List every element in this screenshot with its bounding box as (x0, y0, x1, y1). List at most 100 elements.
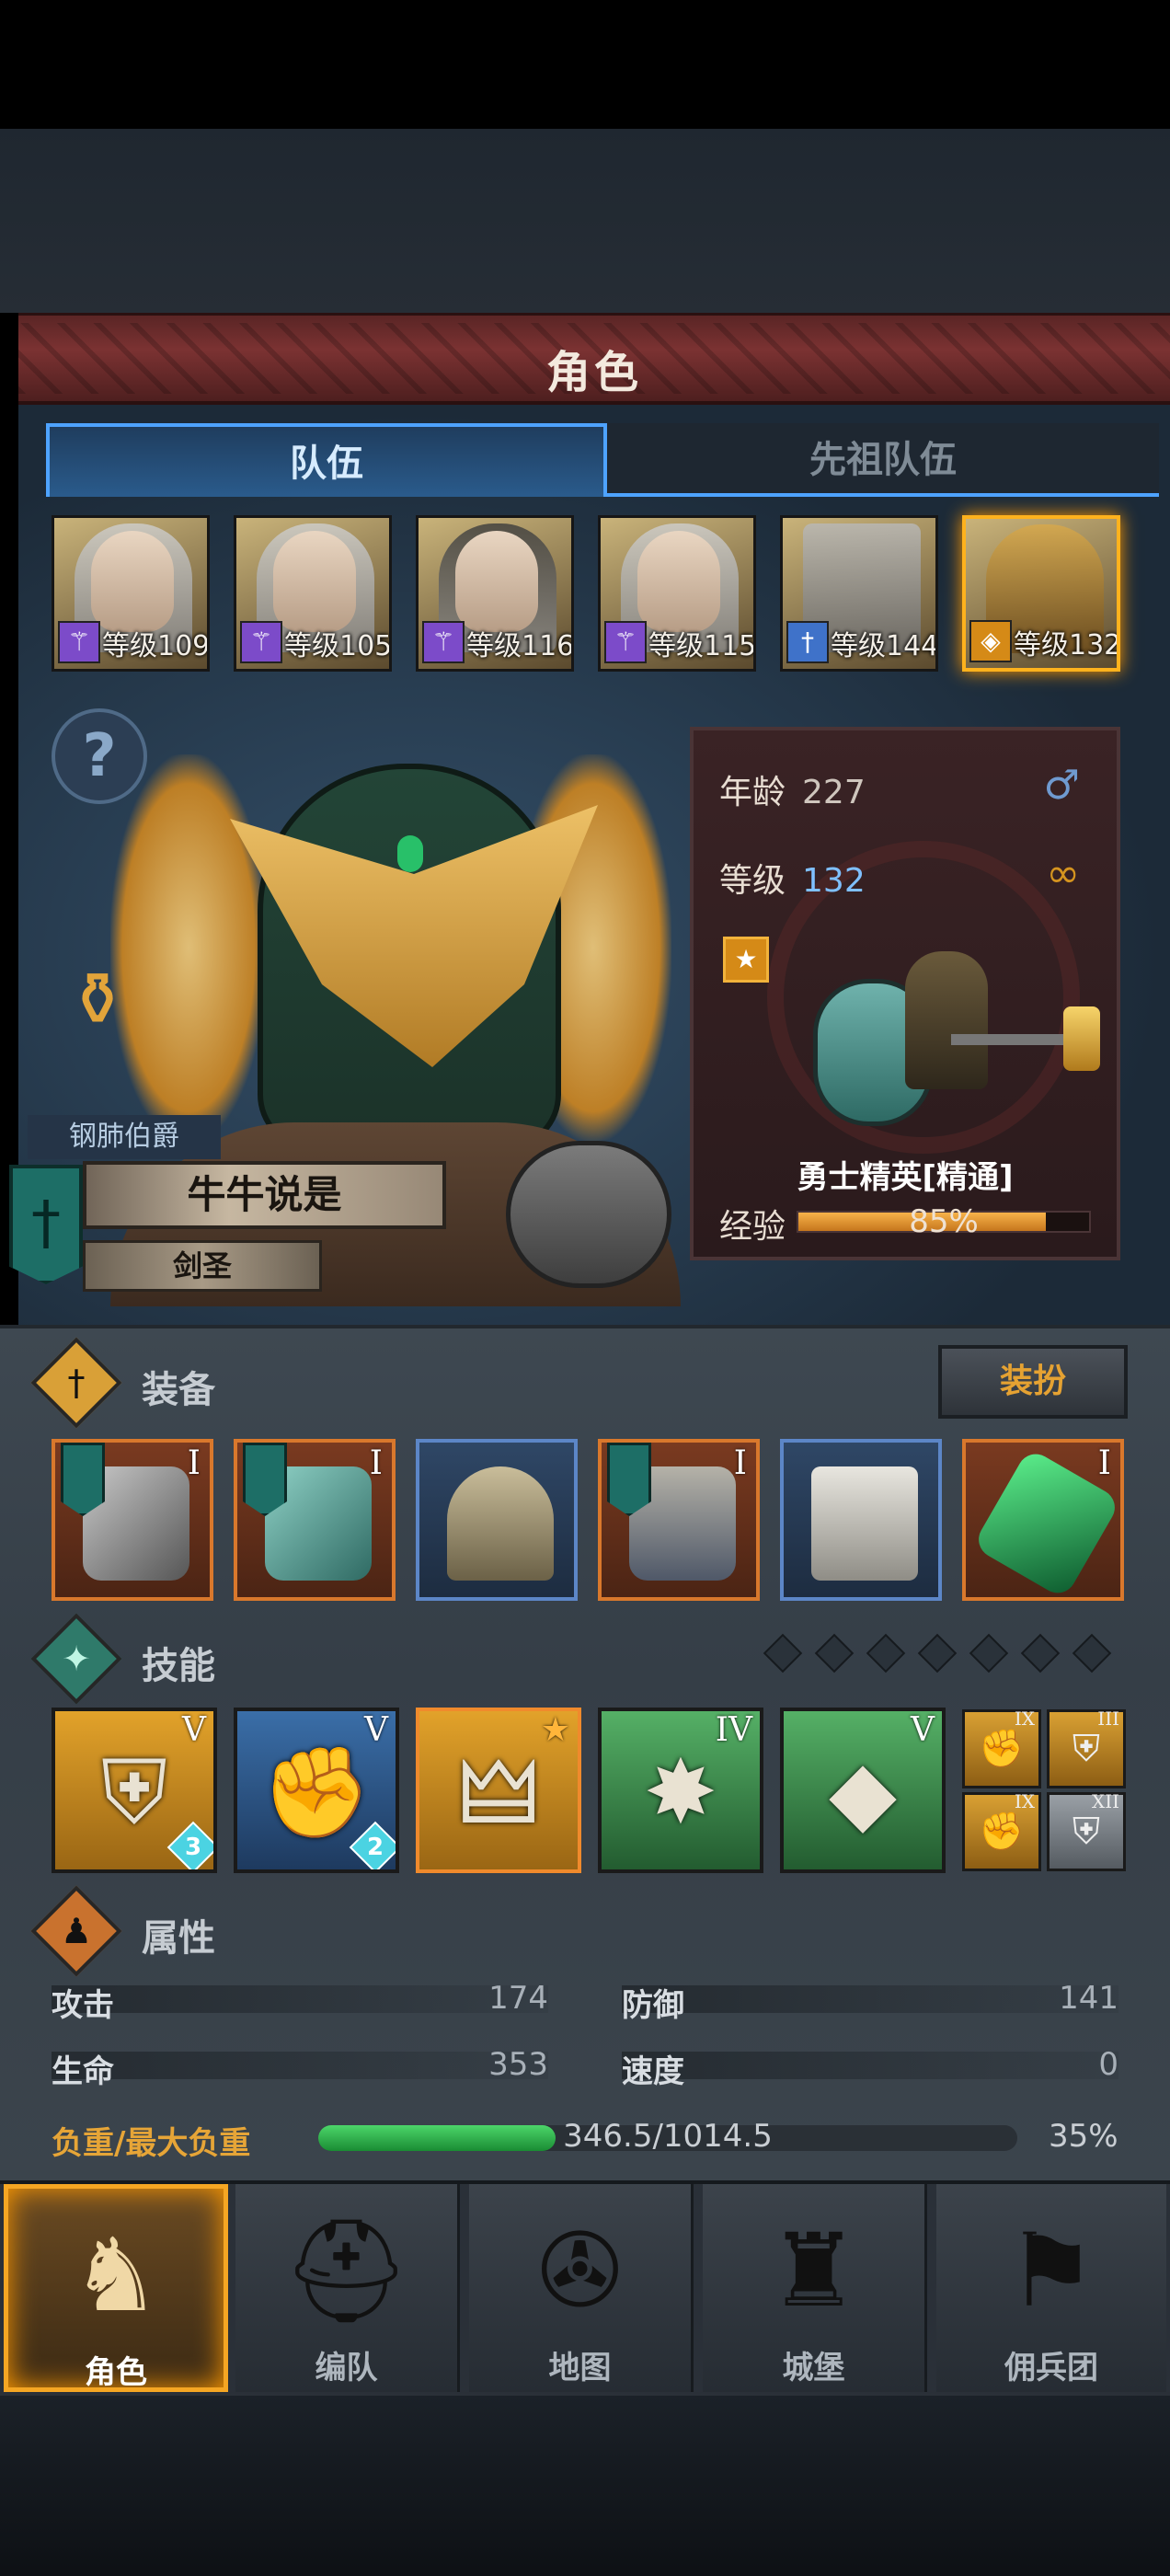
party-member-level: 等级109 (102, 630, 210, 662)
compass-icon: ✇ (537, 2212, 623, 2329)
unit-body (905, 951, 988, 1089)
mini-skill-tier: XII (1091, 1790, 1119, 1812)
person-icon: ♟ (60, 1911, 93, 1951)
header-background (0, 129, 1170, 313)
nav-mercenary[interactable]: ⚑ 佣兵团 (936, 2184, 1166, 2392)
nav-label: 编队 (315, 2350, 378, 2386)
hero-name[interactable]: 牛牛说是 (83, 1161, 446, 1229)
portrait-face (637, 531, 720, 632)
skill-slot-diamond (1072, 1633, 1112, 1673)
age-value: 227 (802, 774, 866, 811)
skill-level: 3 (184, 1834, 202, 1861)
dress-up-button[interactable]: 装扮 (938, 1345, 1128, 1419)
nav-character[interactable]: ♞ 角色 (4, 2184, 228, 2392)
skill-slot-diamond (763, 1633, 803, 1673)
banner-flag-icon (61, 1443, 105, 1516)
skill-tier: V (911, 1711, 935, 1749)
exp-label: 经验 (719, 1208, 786, 1246)
load-percent: 35% (1049, 2118, 1118, 2155)
mini-skill-3[interactable]: ✊ IX (962, 1790, 1041, 1871)
skill-slot-diamond (866, 1633, 906, 1673)
party-member-level: 等级105 (284, 630, 392, 662)
party-member-6[interactable]: ◈ 等级132 (962, 515, 1120, 672)
nav-label: 佣兵团 (1004, 2350, 1098, 2386)
speed-label: 速度 (622, 2053, 684, 2090)
skill-level: 2 (366, 1834, 384, 1861)
equip-slot-armor[interactable]: I (598, 1439, 760, 1601)
skill-shield-sword[interactable]: ⛨ V 3 (52, 1708, 217, 1873)
knight-icon: ♞ (70, 2216, 162, 2334)
nav-map[interactable]: ✇ 地图 (469, 2184, 694, 2392)
equip-slot-offhand[interactable]: I (234, 1439, 396, 1601)
banner-flag-icon (607, 1443, 651, 1516)
attack-label: 攻击 (52, 1987, 114, 2024)
defense-value: 141 (1059, 1980, 1118, 2017)
nav-label: 角色 (85, 2354, 147, 2391)
party-portraits: ⚚ 等级109 ⚚ 等级105 ⚚ 等级116 ⚚ 等级115 † 等级144 … (52, 515, 1128, 672)
skill-slot-diamond (1020, 1633, 1061, 1673)
level-label: 等级 (719, 862, 786, 900)
skill-slot-diamond (814, 1633, 855, 1673)
skill-slot-indicators (763, 1633, 1137, 1673)
defense-label: 防御 (622, 1987, 684, 2024)
bottom-background (0, 2396, 1170, 2576)
party-member-2[interactable]: ⚚ 等级105 (234, 515, 392, 672)
skill-tier: V (182, 1711, 206, 1749)
hero-pauldron (506, 1141, 671, 1288)
skill-gauntlet-strike[interactable]: ✊ V 2 (234, 1708, 399, 1873)
equip-slot-boots[interactable] (780, 1439, 942, 1601)
staff-icon: ⚚ (604, 621, 647, 663)
ring-icon[interactable]: ∞ (1046, 850, 1080, 897)
mini-skill-tier: III (1097, 1708, 1119, 1730)
shield-icon: ◈ (969, 620, 1012, 662)
equip-slot-weapon[interactable]: I (52, 1439, 213, 1601)
nav-castle[interactable]: ♜ 城堡 (703, 2184, 927, 2392)
tab-bar: 队伍 先祖队伍 (26, 423, 1159, 497)
banner-flag-icon (243, 1443, 287, 1516)
section-icon-frame: ♟ (30, 1885, 122, 1977)
sword-icon: † (786, 621, 829, 663)
unit-name: 勇士精英[精通] (797, 1159, 1014, 1196)
exp-percent: 85% (909, 1203, 979, 1240)
mini-skill-2[interactable]: ⛨ III (1047, 1708, 1126, 1788)
mini-skill-tier: IX (1014, 1708, 1035, 1730)
party-member-4[interactable]: ⚚ 等级115 (598, 515, 756, 672)
party-member-5[interactable]: † 等级144 (780, 515, 938, 672)
portrait-face (455, 531, 538, 632)
tab-party[interactable]: 队伍 (46, 423, 607, 497)
equip-slot-accessory[interactable]: I (962, 1439, 1124, 1601)
nav-formation[interactable]: ⛑ 编队 (235, 2184, 460, 2392)
party-member-level: 等级144 (831, 630, 938, 662)
tab-ancestor-party[interactable]: 先祖队伍 (607, 423, 1159, 497)
equipment-title: 装备 (142, 1369, 215, 1411)
mini-skill-tier: IX (1014, 1790, 1035, 1812)
skill-crystal-plus[interactable]: ◆ V (780, 1708, 946, 1873)
dagger-icon: † (67, 1363, 86, 1403)
helmet-item-icon (447, 1466, 554, 1581)
hp-label: 生命 (52, 2053, 114, 2090)
star-icon: ✦ (62, 1639, 91, 1679)
speed-value: 0 (1098, 2046, 1118, 2083)
hero-info-card: 年龄 227 ♂ 等级 132 ∞ ★ 勇士精英[精通] 经验 85% (690, 727, 1120, 1260)
unit-hammer-head (1063, 1006, 1100, 1071)
attributes-header: ♟ 属性 (30, 1885, 1141, 1977)
level-row: 等级 132 (719, 854, 866, 902)
skill-crystal-burst[interactable]: ✸ IV (598, 1708, 763, 1873)
party-member-level: 等级116 (466, 630, 574, 662)
item-tier: I (1097, 1444, 1111, 1482)
mini-skill-1[interactable]: ✊ IX (962, 1708, 1041, 1788)
helmet-gem (397, 835, 423, 872)
skill-eagle-slash[interactable]: 🜲 ★ (416, 1708, 581, 1873)
party-member-level: 等级132 (1014, 629, 1120, 661)
party-member-3[interactable]: ⚚ 等级116 (416, 515, 574, 672)
mini-skill-4[interactable]: ⛨ XII (1047, 1790, 1126, 1871)
staff-icon: ⚚ (58, 621, 100, 663)
load-label: 负重/最大负重 (52, 2125, 251, 2162)
staff-icon: ⚚ (240, 621, 282, 663)
party-member-1[interactable]: ⚚ 等级109 (52, 515, 210, 672)
section-icon-frame: † (30, 1337, 122, 1429)
item-tier: I (187, 1444, 201, 1482)
sword-banner-icon: † (9, 1165, 83, 1284)
equip-slot-helmet[interactable] (416, 1439, 578, 1601)
hero-rank: 钢肺伯爵 (28, 1115, 221, 1159)
